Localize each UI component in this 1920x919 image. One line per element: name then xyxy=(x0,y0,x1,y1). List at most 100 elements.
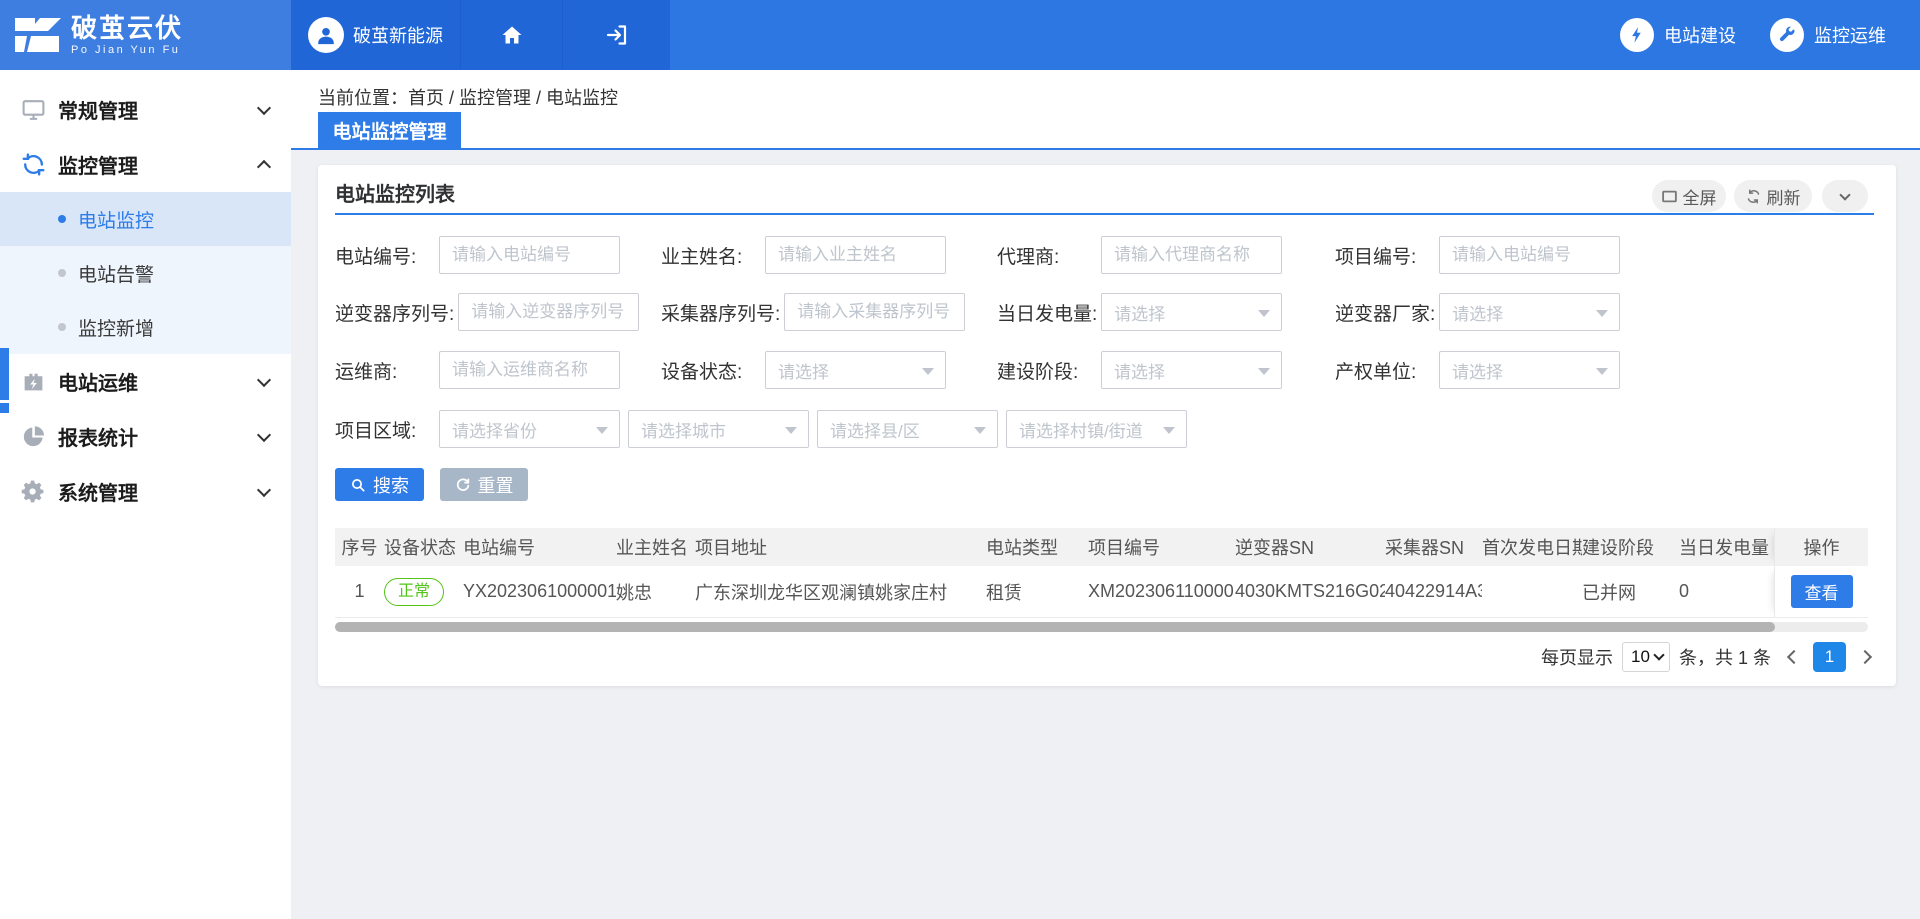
breadcrumb: 当前位置：首页 / 监控管理 / 电站监控 xyxy=(318,84,618,110)
search-icon xyxy=(350,477,366,493)
sidebar-item-system-mgmt[interactable]: 系统管理 xyxy=(0,464,291,519)
cell-first-power-date xyxy=(1482,566,1582,617)
refresh-button[interactable]: 刷新 xyxy=(1734,180,1812,212)
bullet-dot-icon xyxy=(58,323,66,331)
page-number-button[interactable]: 1 xyxy=(1813,642,1846,672)
device-status-select[interactable]: 请选择 xyxy=(765,351,946,389)
sidebar-item-general-mgmt[interactable]: 常规管理 xyxy=(0,82,291,137)
daily-power-select[interactable]: 请选择 xyxy=(1101,293,1282,331)
filter-inverter-vendor: 逆变器厂家: 请选择 xyxy=(1335,293,1620,331)
caret-down-icon xyxy=(1258,310,1270,317)
project-no-input[interactable] xyxy=(1439,236,1620,274)
caret-down-icon xyxy=(1653,649,1664,660)
field-label: 产权单位: xyxy=(1335,357,1435,384)
sidebar-item-station-alarm[interactable]: 电站告警 xyxy=(0,246,291,300)
search-button[interactable]: 搜索 xyxy=(335,468,424,501)
sidebar-scrollbar-segment[interactable] xyxy=(0,403,9,413)
total-count-label: 条，共 1 条 xyxy=(1679,644,1771,670)
filter-collector-sn: 采集器序列号: xyxy=(661,293,965,331)
field-label: 业主姓名: xyxy=(661,242,761,269)
view-button[interactable]: 查看 xyxy=(1791,575,1853,608)
select-placeholder: 请选择村镇/街道 xyxy=(1019,417,1143,442)
chevron-up-icon xyxy=(257,159,271,173)
caret-down-icon xyxy=(596,427,608,434)
sidebar-item-station-monitor[interactable]: 电站监控 xyxy=(0,192,291,246)
tab-station-monitor-mgmt[interactable]: 电站监控管理 xyxy=(318,112,461,148)
wrench-icon xyxy=(1770,18,1804,52)
next-page-button[interactable] xyxy=(1858,650,1872,664)
field-label: 逆变器厂家: xyxy=(1335,299,1435,326)
province-select[interactable]: 请选择省份 xyxy=(439,410,620,448)
home-button[interactable] xyxy=(460,0,562,70)
page-size-value: 10 xyxy=(1631,647,1650,667)
col-header-stage: 建设阶段 xyxy=(1582,528,1679,566)
sidebar-subitem-label: 电站告警 xyxy=(78,260,154,287)
logo-subtitle: Po Jian Yun Fu xyxy=(71,44,183,56)
caret-down-icon xyxy=(1258,368,1270,375)
cell-collector-sn: 40422914A3... xyxy=(1385,566,1482,617)
inverter-vendor-select[interactable]: 请选择 xyxy=(1439,293,1620,331)
town-select[interactable]: 请选择村镇/街道 xyxy=(1006,410,1187,448)
caret-down-icon xyxy=(1163,427,1175,434)
ops-vendor-input[interactable] xyxy=(439,351,620,389)
refresh-label: 刷新 xyxy=(1767,184,1801,209)
status-badge: 正常 xyxy=(384,578,444,606)
account-section: 破茧新能源 xyxy=(291,0,670,70)
collector-sn-input[interactable] xyxy=(784,293,965,331)
chevron-down-icon xyxy=(257,427,271,441)
cell-device-status: 正常 xyxy=(384,566,463,617)
sidebar-scrollbar[interactable] xyxy=(0,348,9,400)
station-no-input[interactable] xyxy=(439,236,620,274)
cell-address: 广东深圳龙华区观澜镇姚家庄村 xyxy=(695,566,986,617)
horizontal-scrollbar-track[interactable] xyxy=(335,622,1868,632)
cell-project-no: XM2023061100001 xyxy=(1088,566,1235,617)
collapse-button[interactable] xyxy=(1822,180,1868,212)
panel-title-underline xyxy=(335,213,1874,215)
table-header-row: 序号 设备状态 电站编号 业主姓名 项目地址 电站类型 项目编号 逆变器SN 采… xyxy=(335,528,1868,566)
agent-input[interactable] xyxy=(1101,236,1282,274)
select-placeholder: 请选择 xyxy=(1114,300,1165,325)
field-label: 采集器序列号: xyxy=(661,299,780,326)
horizontal-scrollbar-thumb[interactable] xyxy=(335,622,1775,632)
prev-page-button[interactable] xyxy=(1787,650,1801,664)
account-info[interactable]: 破茧新能源 xyxy=(291,0,460,70)
content-top-strip: 当前位置：首页 / 监控管理 / 电站监控 电站监控管理 xyxy=(291,70,1920,150)
caret-down-icon xyxy=(1596,368,1608,375)
caret-down-icon xyxy=(922,368,934,375)
reset-button[interactable]: 重置 xyxy=(440,468,528,501)
reset-icon xyxy=(455,477,471,493)
logout-button[interactable] xyxy=(562,0,670,70)
panel-title: 电站监控列表 xyxy=(335,178,455,207)
exit-icon xyxy=(605,23,629,47)
city-select[interactable]: 请选择城市 xyxy=(628,410,809,448)
sidebar-item-station-ops[interactable]: 电站运维 xyxy=(0,354,291,409)
col-header-project-no: 项目编号 xyxy=(1088,528,1235,566)
owner-name-input[interactable] xyxy=(765,236,946,274)
sidebar-item-report-stats[interactable]: 报表统计 xyxy=(0,409,291,464)
filter-project-region: 项目区域: 请选择省份 请选择城市 请选择县/区 请选择村镇/街道 xyxy=(335,410,1187,448)
inverter-sn-input[interactable] xyxy=(458,293,639,331)
fullscreen-button[interactable]: 全屏 xyxy=(1652,180,1726,212)
gear-icon xyxy=(20,479,46,505)
sidebar-item-monitor-add[interactable]: 监控新增 xyxy=(0,300,291,354)
nav-monitor-ops[interactable]: 监控运维 xyxy=(1770,0,1886,70)
col-header-station-no: 电站编号 xyxy=(463,528,616,566)
select-placeholder: 请选择 xyxy=(1452,300,1503,325)
fullscreen-label: 全屏 xyxy=(1683,184,1717,209)
chevron-down-icon xyxy=(257,100,271,114)
lightning-icon xyxy=(1620,18,1654,52)
page-size-select[interactable]: 10 xyxy=(1622,642,1670,672)
build-stage-select[interactable]: 请选择 xyxy=(1101,351,1282,389)
filter-build-stage: 建设阶段: 请选择 xyxy=(997,351,1282,389)
sidebar-item-monitor-mgmt[interactable]: 监控管理 xyxy=(0,137,291,192)
station-monitor-panel: 电站监控列表 全屏 刷新 电站编号: 业主姓名: xyxy=(318,165,1896,686)
user-icon xyxy=(315,24,337,46)
per-page-label: 每页显示 xyxy=(1541,644,1613,670)
nav-station-build[interactable]: 电站建设 xyxy=(1620,0,1736,70)
filter-owner-name: 业主姓名: xyxy=(661,236,946,274)
district-select[interactable]: 请选择县/区 xyxy=(817,410,998,448)
field-label: 设备状态: xyxy=(661,357,761,384)
property-unit-select[interactable]: 请选择 xyxy=(1439,351,1620,389)
select-placeholder: 请选择 xyxy=(778,358,829,383)
select-placeholder: 请选择 xyxy=(1114,358,1165,383)
